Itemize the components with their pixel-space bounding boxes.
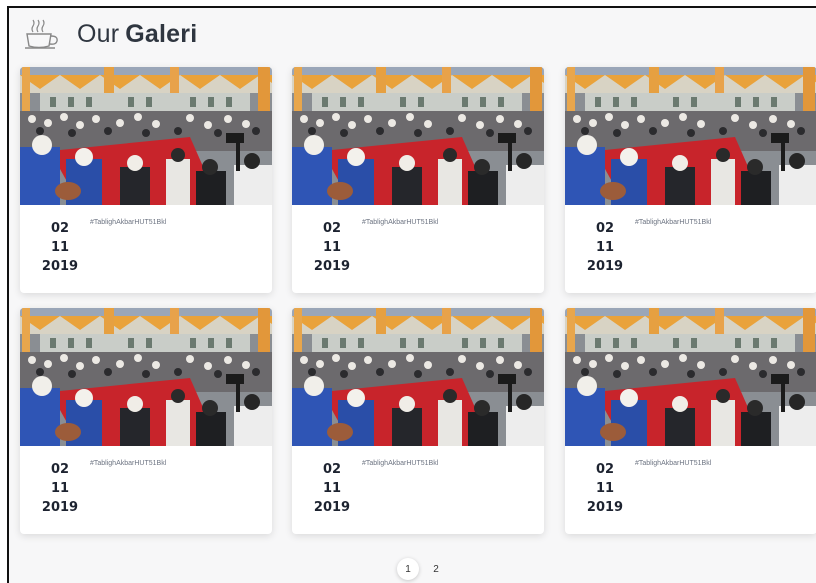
gallery-photo[interactable] bbox=[565, 67, 816, 205]
date-day: 02 bbox=[50, 221, 70, 236]
title-light: Our bbox=[77, 19, 120, 48]
page-1-button[interactable]: 1 bbox=[397, 558, 419, 580]
date-year: 2019 bbox=[313, 500, 351, 515]
coffee-cup-icon bbox=[25, 19, 58, 49]
date-day: 02 bbox=[595, 221, 615, 236]
hashtag-link[interactable]: #TablighAkbarHUT51Bkl bbox=[90, 460, 166, 467]
post-date: 02 11 2019 bbox=[302, 460, 362, 517]
gallery-card[interactable]: 02 11 2019 #TablighAkbarHUT51Bkl bbox=[565, 67, 816, 293]
page-2-button[interactable]: 2 bbox=[425, 558, 447, 580]
gallery-photo[interactable] bbox=[565, 308, 816, 446]
date-month: 11 bbox=[50, 240, 70, 255]
post-date: 02 11 2019 bbox=[30, 219, 90, 276]
hashtag-link[interactable]: #TablighAkbarHUT51Bkl bbox=[635, 460, 711, 467]
post-date: 02 11 2019 bbox=[302, 219, 362, 276]
date-month: 11 bbox=[595, 240, 615, 255]
page-title: Our Galeri bbox=[77, 20, 197, 49]
hashtag-link[interactable]: #TablighAkbarHUT51Bkl bbox=[635, 219, 711, 226]
post-date: 02 11 2019 bbox=[575, 460, 635, 517]
date-month: 11 bbox=[50, 481, 70, 496]
section-header: Our Galeri bbox=[9, 8, 816, 60]
gallery-photo[interactable] bbox=[292, 308, 544, 446]
gallery-card[interactable]: 02 11 2019 #TablighAkbarHUT51Bkl bbox=[565, 308, 816, 534]
gallery-card[interactable]: 02 11 2019 #TablighAkbarHUT51Bkl bbox=[292, 67, 544, 293]
gallery-card[interactable]: 02 11 2019 #TablighAkbarHUT51Bkl bbox=[20, 67, 272, 293]
hashtag-link[interactable]: #TablighAkbarHUT51Bkl bbox=[362, 219, 438, 226]
gallery-card[interactable]: 02 11 2019 #TablighAkbarHUT51Bkl bbox=[20, 308, 272, 534]
date-day: 02 bbox=[50, 462, 70, 477]
date-year: 2019 bbox=[586, 259, 624, 274]
date-year: 2019 bbox=[41, 259, 79, 274]
date-month: 11 bbox=[595, 481, 615, 496]
hashtag-link[interactable]: #TablighAkbarHUT51Bkl bbox=[362, 460, 438, 467]
post-date: 02 11 2019 bbox=[30, 460, 90, 517]
date-year: 2019 bbox=[41, 500, 79, 515]
gallery-photo[interactable] bbox=[20, 308, 272, 446]
post-date: 02 11 2019 bbox=[575, 219, 635, 276]
date-day: 02 bbox=[322, 221, 342, 236]
pagination: 1 2 bbox=[397, 558, 447, 580]
date-day: 02 bbox=[595, 462, 615, 477]
gallery-card[interactable]: 02 11 2019 #TablighAkbarHUT51Bkl bbox=[292, 308, 544, 534]
gallery-photo[interactable] bbox=[20, 67, 272, 205]
gallery-photo[interactable] bbox=[292, 67, 544, 205]
date-month: 11 bbox=[322, 240, 342, 255]
gallery-section: Our Galeri 02 11 2019 #TablighAkbarHUT51B… bbox=[7, 6, 816, 583]
hashtag-link[interactable]: #TablighAkbarHUT51Bkl bbox=[90, 219, 166, 226]
date-month: 11 bbox=[322, 481, 342, 496]
date-year: 2019 bbox=[586, 500, 624, 515]
title-bold: Galeri bbox=[125, 19, 198, 48]
date-day: 02 bbox=[322, 462, 342, 477]
date-year: 2019 bbox=[313, 259, 351, 274]
